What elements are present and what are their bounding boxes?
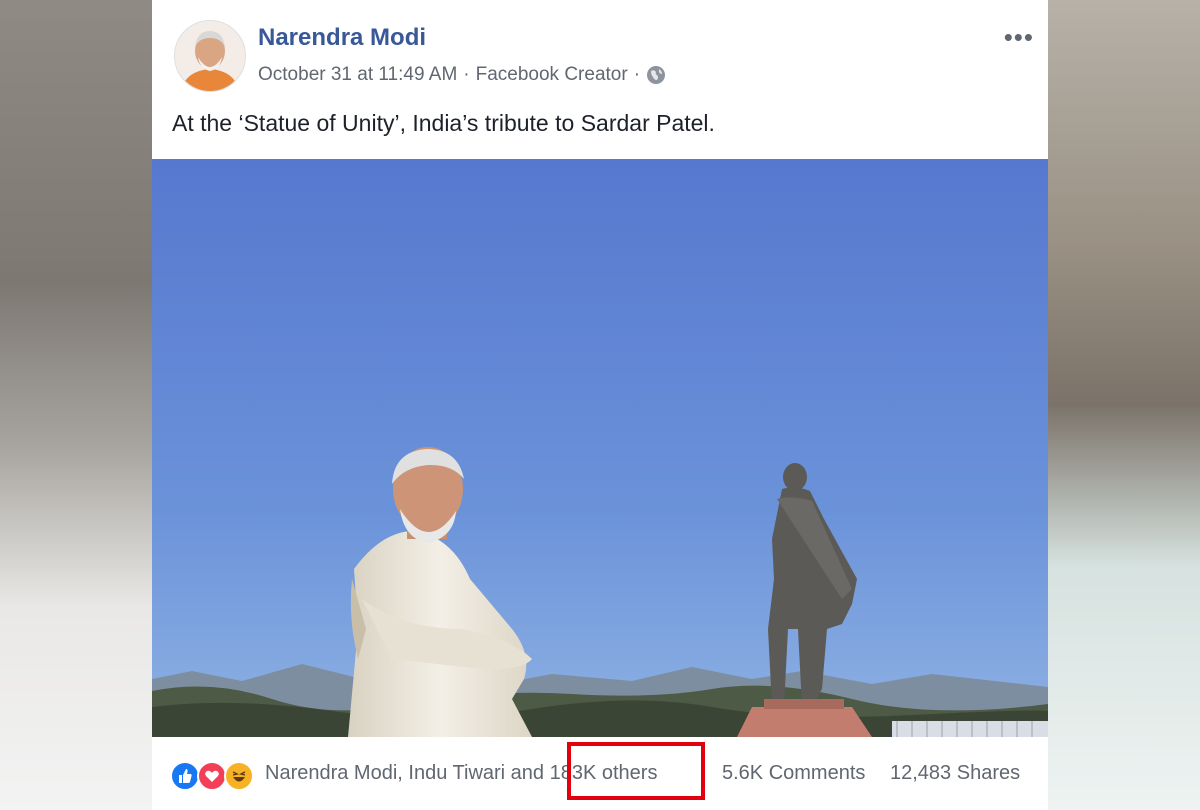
shares-count[interactable]: 12,483 Shares (890, 762, 1020, 785)
meta-separator: · (463, 64, 470, 85)
like-icon (170, 761, 200, 791)
highlight-box (567, 742, 705, 800)
author-name[interactable]: Narendra Modi (258, 24, 426, 52)
post-source[interactable]: Facebook Creator (476, 64, 628, 86)
globe-icon[interactable] (646, 65, 666, 85)
post-photo[interactable] (152, 159, 1048, 737)
meta-separator-2: · (633, 64, 641, 85)
background-right-blur (1048, 0, 1200, 810)
reaction-icons[interactable] (170, 761, 254, 791)
comments-count[interactable]: 5.6K Comments (722, 762, 865, 785)
post-text: At the ‘Statue of Unity’, India’s tribut… (172, 110, 715, 136)
author-avatar[interactable] (174, 20, 246, 92)
background-left-blur (0, 0, 152, 810)
post-timestamp[interactable]: October 31 at 11:49 AM (258, 64, 457, 86)
haha-icon (224, 761, 254, 791)
post-meta: October 31 at 11:49 AM · Facebook Creato… (258, 64, 666, 86)
reactor-names: Narendra Modi, Indu Tiwari and (265, 762, 550, 784)
love-icon (197, 761, 227, 791)
more-options-icon[interactable]: ••• (1004, 22, 1034, 53)
facebook-post-card: Narendra Modi October 31 at 11:49 AM · F… (152, 0, 1048, 810)
post-footer: Narendra Modi, Indu Tiwari and 183K othe… (152, 737, 1048, 810)
